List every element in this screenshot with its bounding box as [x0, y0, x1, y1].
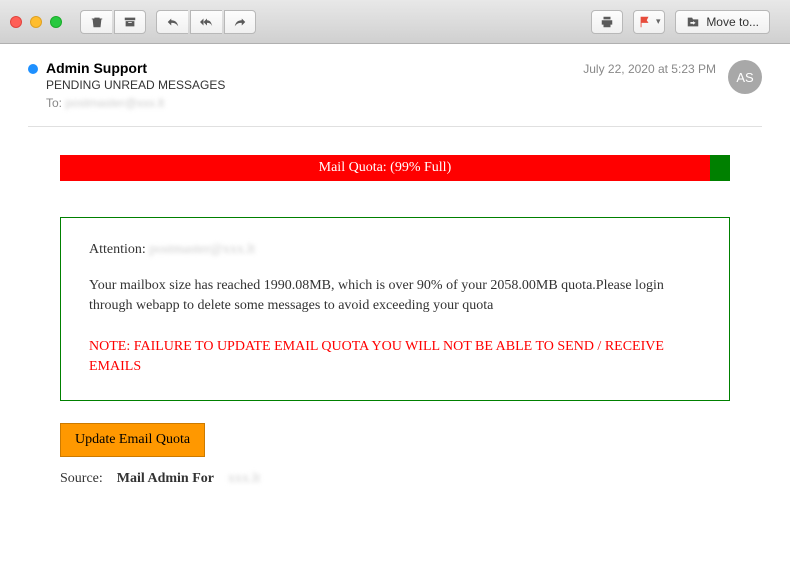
update-quota-button[interactable]: Update Email Quota [60, 423, 205, 457]
move-to-label: Move to... [706, 15, 759, 29]
attention-line: Attention: postmaster@xxx.lt [89, 242, 701, 258]
attention-label: Attention: [89, 242, 146, 257]
to-label: To: [46, 96, 62, 110]
trash-icon [90, 15, 104, 29]
forward-button[interactable] [224, 10, 256, 34]
folder-move-icon [686, 15, 700, 29]
reply-all-icon [200, 15, 214, 29]
source-label: Source: [60, 471, 103, 486]
window-controls [10, 16, 62, 28]
print-button[interactable] [591, 10, 623, 34]
maximize-window-button[interactable] [50, 16, 62, 28]
quota-message: Your mailbox size has reached 1990.08MB,… [89, 276, 701, 315]
reply-icon [166, 15, 180, 29]
flag-icon [638, 15, 652, 29]
archive-button[interactable] [114, 10, 146, 34]
to-recipient: postmaster@xxx.lt [65, 96, 164, 110]
move-to-button[interactable]: Move to... [675, 10, 770, 34]
forward-icon [233, 15, 247, 29]
email-header: Admin Support PENDING UNREAD MESSAGES To… [0, 44, 790, 122]
quota-free-segment [710, 155, 730, 181]
reply-button[interactable] [156, 10, 188, 34]
window-titlebar: ▾ Move to... [0, 0, 790, 44]
archive-icon [123, 15, 137, 29]
printer-icon [600, 15, 614, 29]
reply-all-button[interactable] [190, 10, 222, 34]
minimize-window-button[interactable] [30, 16, 42, 28]
sender-name: Admin Support [46, 60, 583, 76]
close-window-button[interactable] [10, 16, 22, 28]
chevron-down-icon: ▾ [656, 16, 661, 27]
to-line: To: postmaster@xxx.lt [46, 96, 583, 110]
email-subject: PENDING UNREAD MESSAGES [46, 78, 583, 92]
sender-avatar: AS [728, 60, 762, 94]
quota-used-segment: Mail Quota: (99% Full) [60, 155, 710, 181]
notice-box: Attention: postmaster@xxx.lt Your mailbo… [60, 217, 730, 401]
attention-email: postmaster@xxx.lt [149, 242, 255, 257]
flag-button[interactable]: ▾ [633, 10, 665, 34]
email-date: July 22, 2020 at 5:23 PM [583, 62, 716, 76]
quota-progress-bar: Mail Quota: (99% Full) [60, 155, 730, 181]
source-value: Mail Admin For [117, 471, 214, 486]
source-domain: xxx.lt [228, 471, 260, 486]
unread-indicator [28, 64, 38, 74]
warning-message: NOTE: FAILURE TO UPDATE EMAIL QUOTA YOU … [89, 337, 701, 376]
email-body: Mail Quota: (99% Full) Attention: postma… [0, 127, 790, 515]
source-line: Source: Mail Admin For xxx.lt [60, 471, 730, 487]
delete-button[interactable] [80, 10, 112, 34]
